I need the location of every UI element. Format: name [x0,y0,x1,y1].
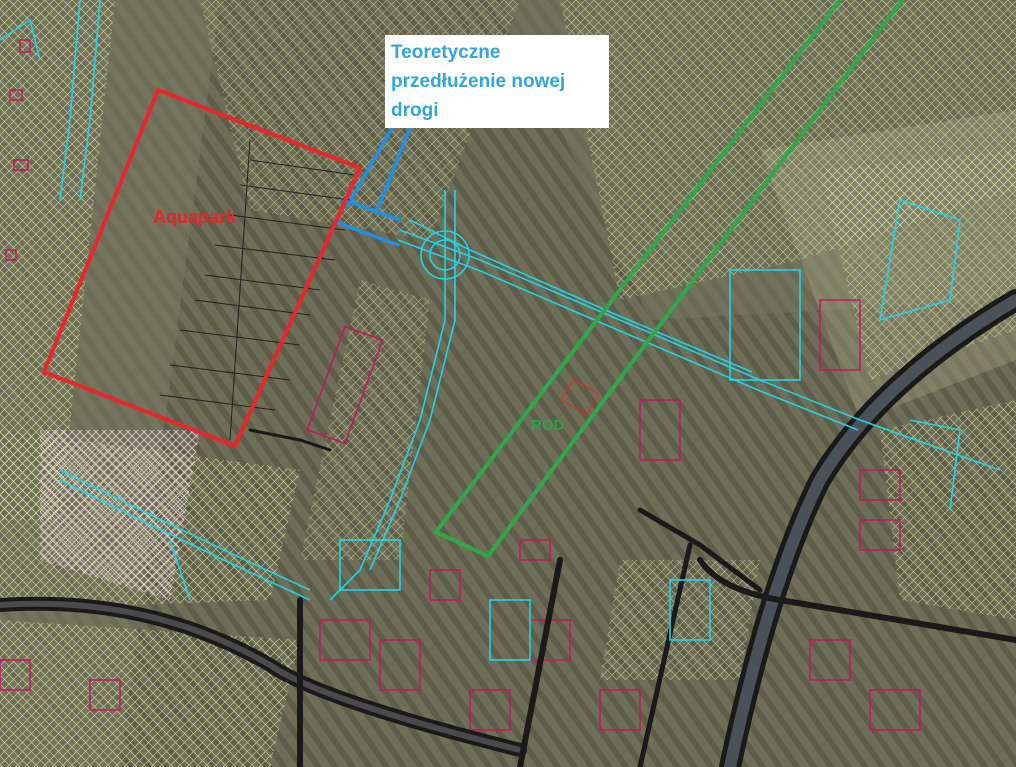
aquapark-label: Aquapark [153,207,237,227]
callout-line-2: przedłużenie nowej [391,71,566,92]
rod-label: ROD [531,417,565,434]
callout-line-1: Teoretyczne [391,42,501,63]
callout-line-3: drogi [391,100,439,121]
road-extension-callout: Teoretyczne przedłużenie nowej drogi [385,35,609,128]
map-view[interactable]: Teoretyczne przedłużenie nowej drogi Aqu… [0,0,1016,767]
